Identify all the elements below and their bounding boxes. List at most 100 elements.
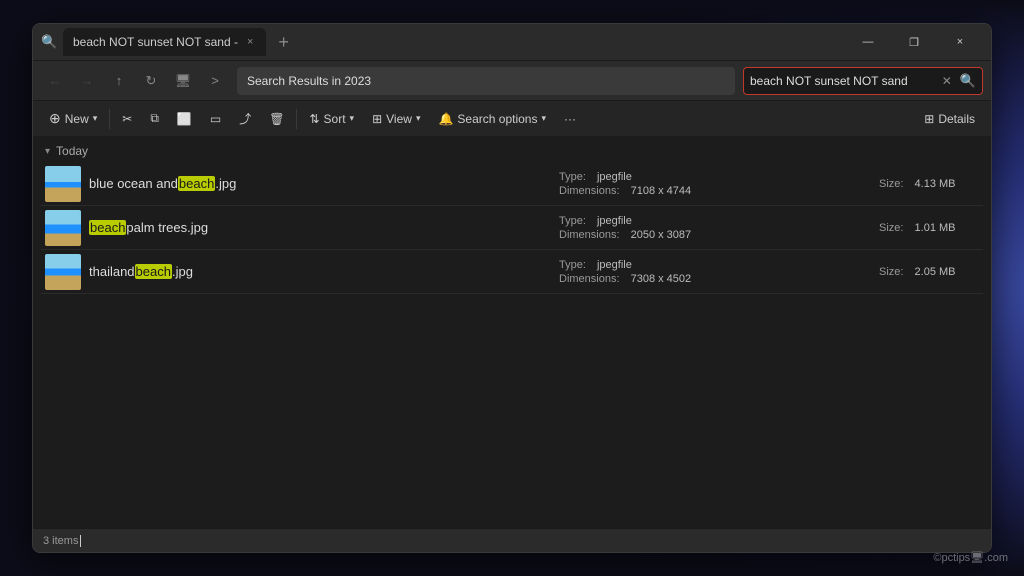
more-button[interactable]: ··· <box>556 105 584 133</box>
table-row[interactable]: beach palm trees.jpg Type: jpegfile Dimens… <box>41 206 983 250</box>
rename-icon: ▭ <box>210 112 221 126</box>
delete-button[interactable]: 🗑 <box>261 105 292 133</box>
size-label: Size: <box>879 222 903 234</box>
view-chevron-icon: ▾ <box>416 113 421 124</box>
type-label: Type: <box>559 171 586 183</box>
search-clear-button[interactable]: ✕ <box>940 74 954 88</box>
file-list: blue ocean and beach.jpgType: jpegfileDi… <box>41 162 983 294</box>
table-row[interactable]: thailand beach.jpgType: jpegfileDimensio… <box>41 250 983 294</box>
maximize-button[interactable]: ❐ <box>891 24 937 60</box>
breadcrumb-text: Search Results in 2023 <box>247 74 371 88</box>
details-button[interactable]: ⊞ Details <box>916 105 983 133</box>
tab-title: beach NOT sunset NOT sand - <box>73 35 238 49</box>
delete-icon: 🗑 <box>269 112 284 126</box>
back-button[interactable]: ← <box>41 67 69 95</box>
status-cursor <box>80 535 81 547</box>
size-label: Size: <box>879 266 903 278</box>
group-header-today[interactable]: ▾ Today <box>41 136 983 162</box>
details-label: Details <box>938 112 975 126</box>
paste-icon: ⬜ <box>177 112 192 126</box>
dimensions-value: 7308 x 4502 <box>628 273 692 285</box>
file-name-highlight: beach <box>135 264 172 279</box>
watermark: ©pctips🖥.com <box>933 551 1008 564</box>
details-icon: ⊞ <box>924 112 934 126</box>
active-tab[interactable]: beach NOT sunset NOT sand - × <box>63 28 266 56</box>
new-chevron-icon: ▾ <box>93 113 98 124</box>
search-options-chevron-icon: ▾ <box>541 113 546 124</box>
close-button[interactable]: × <box>937 24 983 60</box>
new-icon: ⊕ <box>49 110 61 127</box>
file-name: thailand beach.jpg <box>89 264 539 279</box>
sort-icon: ⇅ <box>309 112 319 126</box>
cut-button[interactable]: ✂ <box>114 105 140 133</box>
file-size-col: Size: 1.01 MB <box>859 222 979 234</box>
type-value: jpegfile <box>594 171 632 183</box>
cut-icon: ✂ <box>122 112 132 126</box>
file-name-prefix: thailand <box>89 264 135 279</box>
tab-search-icon: 🔍 <box>41 34 57 50</box>
file-meta: Type: jpegfileDimensions: 7308 x 4502 <box>539 259 859 285</box>
forward-button[interactable]: → <box>73 67 101 95</box>
size-value: 1.01 MB <box>911 222 955 234</box>
toolbar-separator-2 <box>296 109 297 129</box>
search-options-label: Search options <box>457 112 537 126</box>
share-button[interactable]: ⤴ <box>231 105 259 133</box>
monitor-button[interactable]: 🖥 <box>169 67 197 95</box>
file-size-col: Size: 2.05 MB <box>859 266 979 278</box>
table-row[interactable]: blue ocean and beach.jpg Type: jpegfile Di… <box>41 162 983 206</box>
nav-bar: ← → ↑ ↻ 🖥 > Search Results in 2023 ✕ 🔍 <box>33 60 991 100</box>
type-label: Type: <box>559 259 586 271</box>
dimensions-value: 2050 x 3087 <box>628 229 692 241</box>
file-name-highlight: beach <box>89 220 126 235</box>
search-submit-button[interactable]: 🔍 <box>958 73 978 89</box>
file-name-suffix: palm trees.jpg <box>126 220 208 235</box>
view-label: View <box>386 112 412 126</box>
file-name: blue ocean and beach.jpg <box>89 176 539 191</box>
breadcrumb: Search Results in 2023 <box>237 67 735 95</box>
file-meta: Type: jpegfile Dimensions: 2050 x 3087 <box>539 215 859 241</box>
sort-chevron-icon: ▾ <box>350 113 355 124</box>
search-options-icon: 🔔 <box>438 112 453 126</box>
file-name-highlight: beach <box>178 176 215 191</box>
minimize-button[interactable]: — <box>845 24 891 60</box>
file-name: beach palm trees.jpg <box>89 220 539 235</box>
up-button[interactable]: ↑ <box>105 67 133 95</box>
size-value: 2.05 MB <box>911 266 955 278</box>
size-value: 4.13 MB <box>911 178 955 190</box>
dimensions-label: Dimensions: <box>559 273 620 285</box>
breadcrumb-chevron[interactable]: > <box>201 67 229 95</box>
sort-label: Sort <box>324 112 346 126</box>
file-name-prefix: blue ocean and <box>89 176 178 191</box>
copy-button[interactable]: ⧉ <box>142 105 167 133</box>
share-icon: ⤴ <box>239 110 251 127</box>
title-bar: 🔍 beach NOT sunset NOT sand - × + — ❐ × <box>33 24 991 60</box>
new-tab-button[interactable]: + <box>272 32 295 53</box>
file-size-col: Size: 4.13 MB <box>859 178 979 190</box>
status-bar: 3 items <box>33 528 991 552</box>
new-button[interactable]: ⊕ New ▾ <box>41 105 105 133</box>
group-chevron-icon: ▾ <box>45 146 50 157</box>
size-label: Size: <box>879 178 903 190</box>
view-button[interactable]: ⊞ View ▾ <box>364 105 428 133</box>
view-icon: ⊞ <box>372 112 382 126</box>
type-label: Type: <box>559 215 586 227</box>
rename-button[interactable]: ▭ <box>202 105 229 133</box>
window-controls: — ❐ × <box>845 24 983 60</box>
copy-icon: ⧉ <box>150 111 159 126</box>
tab-close-button[interactable]: × <box>244 35 256 49</box>
file-meta: Type: jpegfileDimensions: 7108 x 4744 <box>539 171 859 197</box>
dimensions-label: Dimensions: <box>559 185 620 197</box>
search-options-button[interactable]: 🔔 Search options ▾ <box>430 105 554 133</box>
paste-button[interactable]: ⬜ <box>169 105 200 133</box>
file-name-suffix: .jpg <box>215 176 236 191</box>
sort-button[interactable]: ⇅ Sort ▾ <box>301 105 362 133</box>
title-bar-left: 🔍 beach NOT sunset NOT sand - × + <box>41 28 845 56</box>
refresh-button[interactable]: ↻ <box>137 67 165 95</box>
dimensions-label: Dimensions: <box>559 229 620 241</box>
file-list-content[interactable]: ▾ Today blue ocean and beach.jpgType: jp… <box>33 136 991 528</box>
new-label: New <box>65 112 89 126</box>
type-value: jpegfile <box>594 215 632 227</box>
toolbar: ⊕ New ▾ ✂ ⧉ ⬜ ▭ ⤴ 🗑 ⇅ Sort ▾ ⊞ <box>33 100 991 136</box>
search-bar[interactable]: ✕ 🔍 <box>743 67 983 95</box>
search-input[interactable] <box>750 74 936 88</box>
